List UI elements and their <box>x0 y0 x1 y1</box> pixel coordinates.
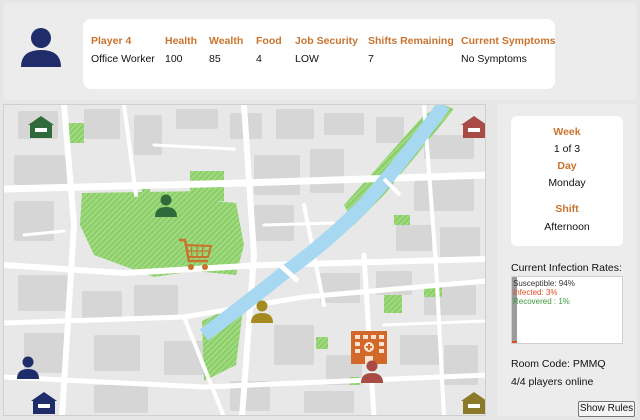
stat-health: Health 100 <box>165 35 197 65</box>
stat-value-current-symptoms: No Symptoms <box>461 53 527 65</box>
stat-value-food: 4 <box>256 53 262 65</box>
player-status-bar: Player 4 Office Worker Health 100 Wealth… <box>3 3 637 100</box>
house-icon[interactable] <box>29 391 59 415</box>
player-stats-card: Player 4 Office Worker Health 100 Wealth… <box>83 19 556 89</box>
player-marker-icon[interactable] <box>360 359 384 383</box>
stat-food: Food 4 <box>256 35 282 65</box>
infection-rate-bar-infected <box>512 341 517 343</box>
stat-value-wealth: 85 <box>209 53 221 65</box>
shift-value: Afternoon <box>544 221 590 233</box>
shift-label: Shift <box>555 203 579 215</box>
stat-header-current-symptoms: Current Symptoms <box>461 35 556 47</box>
room-code: Room Code: PMMQ <box>511 358 606 370</box>
players-online: 4/4 players online <box>511 376 594 388</box>
day-value: Monday <box>548 177 586 189</box>
stat-current-symptoms: Current Symptoms No Symptoms <box>461 35 556 65</box>
infection-rates-box: Susceptible: 94% Infected: 3% Recovered … <box>511 276 623 344</box>
city-map-graphic <box>4 105 485 415</box>
city-map[interactable] <box>3 104 486 416</box>
stat-header-food: Food <box>256 35 282 47</box>
game-screen: Player 4 Office Worker Health 100 Wealth… <box>0 0 640 420</box>
stat-shifts-remaining: Shifts Remaining 7 <box>368 35 454 65</box>
week-value: 1 of 3 <box>553 143 581 155</box>
infection-rates-title: Current Infection Rates: <box>511 262 622 274</box>
stat-player: Player 4 Office Worker <box>91 35 155 65</box>
week-label: Week <box>553 126 581 138</box>
day-label: Day <box>557 160 577 172</box>
time-card: Week 1 of 3 Day Monday Shift Afternoon <box>511 116 623 246</box>
stat-header-shifts-remaining: Shifts Remaining <box>368 35 454 47</box>
stat-header-job-security: Job Security <box>295 35 359 47</box>
stat-header-wealth: Wealth <box>209 35 244 47</box>
game-info-panel: Week 1 of 3 Day Monday Shift Afternoon C… <box>497 104 637 416</box>
infected-rate: Infected: 3% <box>513 288 558 297</box>
recovered-rate: Recovered : 1% <box>513 297 570 306</box>
stat-value-shifts-remaining: 7 <box>368 53 374 65</box>
stat-value-health: 100 <box>165 53 183 65</box>
stat-header-health: Health <box>165 35 198 47</box>
player-marker-icon[interactable] <box>154 193 178 217</box>
stat-wealth: Wealth 85 <box>209 35 243 65</box>
stat-job-security: Job Security LOW <box>295 35 358 65</box>
player-marker-icon[interactable] <box>16 355 40 379</box>
house-icon[interactable] <box>459 115 486 139</box>
stat-value-job-security: LOW <box>295 53 319 65</box>
stat-header-player: Player 4 <box>91 35 132 47</box>
house-icon[interactable] <box>459 391 486 415</box>
house-icon[interactable] <box>26 115 56 139</box>
player-marker-icon[interactable] <box>250 299 274 323</box>
susceptible-rate: Susceptible: 94% <box>513 279 575 288</box>
player-avatar-icon <box>21 28 61 67</box>
stat-value-role: Office Worker <box>91 53 155 65</box>
show-rules-button[interactable]: Show Rules <box>578 401 635 417</box>
shopping-cart-icon[interactable] <box>178 237 214 273</box>
